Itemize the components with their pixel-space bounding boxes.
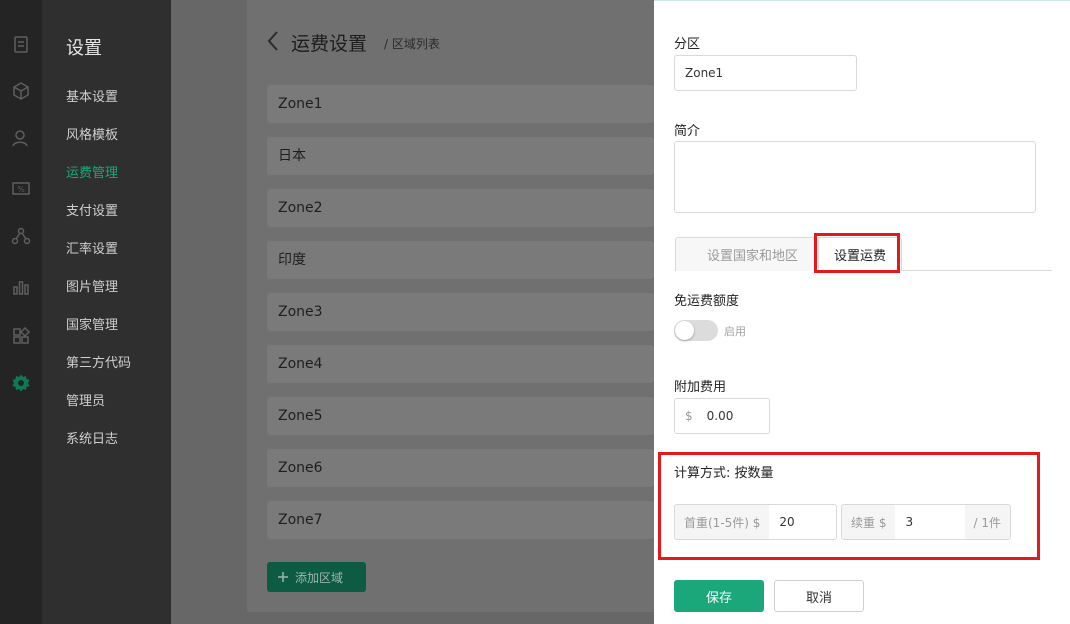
zone-row[interactable]: Zone3	[267, 293, 654, 331]
zone-row[interactable]: Zone5	[267, 397, 654, 435]
surcharge-prefix: $	[675, 399, 701, 433]
svg-text:%: %	[17, 185, 25, 194]
coupon-icon[interactable]: %	[10, 177, 32, 199]
first-weight-input[interactable]: 20	[769, 505, 836, 539]
surcharge-input[interactable]: 0.00	[700, 399, 769, 433]
zone-row[interactable]: Zone6	[267, 449, 654, 487]
first-weight-prefix: 首重(1-5件) $	[675, 505, 770, 539]
intro-textarea[interactable]	[674, 141, 1036, 213]
zone-row[interactable]: Zone4	[267, 345, 654, 383]
sidebar-item-theme[interactable]: 风格模板	[66, 124, 118, 143]
box-icon[interactable]	[10, 80, 32, 102]
apps-icon[interactable]	[10, 325, 32, 347]
continue-suffix: / 1件	[964, 505, 1010, 539]
save-button[interactable]: 保存	[674, 580, 764, 612]
continue-weight-input[interactable]: 3	[895, 505, 965, 539]
settings-sidebar: 设置 基本设置 风格模板 运费管理 支付设置 汇率设置 图片管理 国家管理 第三…	[42, 0, 171, 624]
cancel-button[interactable]: 取消	[774, 580, 864, 612]
sidebar-item-payment[interactable]: 支付设置	[66, 200, 118, 219]
main-content: 运费设置 / 区域列表 Zone1 日本 Zone2 印度 Zone3 Zone…	[171, 0, 654, 624]
zone-row[interactable]: 日本	[267, 137, 654, 175]
highlight-box-tab	[814, 233, 900, 273]
sidebar-item-countries[interactable]: 国家管理	[66, 314, 118, 333]
sidebar-item-images[interactable]: 图片管理	[66, 276, 118, 295]
back-chevron-icon[interactable]	[265, 30, 281, 52]
sidebar-item-logs[interactable]: 系统日志	[66, 428, 118, 447]
sidebar-item-exchange-rate[interactable]: 汇率设置	[66, 238, 118, 257]
surcharge-label: 附加费用	[674, 380, 727, 395]
sidebar-item-third-party[interactable]: 第三方代码	[66, 352, 131, 371]
zone-row[interactable]: Zone2	[267, 189, 654, 227]
chart-icon[interactable]	[10, 276, 32, 298]
toggle-knob	[675, 321, 694, 340]
zone-edit-drawer: 分区 Zone1 简介 设置国家和地区 设置运费 免运费额度 启用 附加费用 $…	[654, 0, 1070, 624]
sidebar-item-admins[interactable]: 管理员	[66, 390, 105, 409]
clipboard-icon[interactable]	[10, 33, 32, 55]
free-shipping-label: 免运费额度	[674, 294, 740, 309]
gear-icon[interactable]	[10, 372, 32, 394]
zone-row[interactable]: Zone7	[267, 501, 654, 539]
zone-name-input[interactable]: Zone1	[674, 55, 857, 91]
free-shipping-toggle-label: 启用	[724, 325, 746, 338]
free-shipping-toggle[interactable]	[674, 320, 718, 341]
calc-method-label: 计算方式: 按数量	[674, 466, 774, 481]
breadcrumb[interactable]: / 区域列表	[384, 35, 440, 52]
first-weight-input-group: 首重(1-5件) $ 20	[674, 504, 837, 540]
tab-underline	[902, 270, 1052, 271]
intro-label: 简介	[674, 124, 701, 139]
tab-countries[interactable]: 设置国家和地区	[675, 237, 830, 271]
users-icon[interactable]	[10, 127, 32, 149]
page-title: 运费设置	[291, 33, 368, 55]
sidebar-item-basic[interactable]: 基本设置	[66, 86, 118, 105]
surcharge-input-group: $ 0.00	[674, 398, 770, 434]
network-icon[interactable]	[10, 225, 32, 247]
zone-row[interactable]: 印度	[267, 241, 654, 279]
add-zone-button[interactable]: 添加区域	[267, 562, 366, 592]
icon-rail: %	[0, 0, 42, 624]
continue-weight-input-group: 续重 $ 3 / 1件	[841, 504, 1011, 540]
zone-label: 分区	[674, 37, 701, 52]
sidebar-title: 设置	[66, 38, 102, 59]
sidebar-item-shipping[interactable]: 运费管理	[66, 162, 118, 181]
plus-icon	[278, 572, 288, 582]
add-zone-label: 添加区域	[295, 570, 344, 585]
zone-row[interactable]: Zone1	[267, 85, 654, 123]
continue-prefix: 续重 $	[842, 505, 896, 539]
